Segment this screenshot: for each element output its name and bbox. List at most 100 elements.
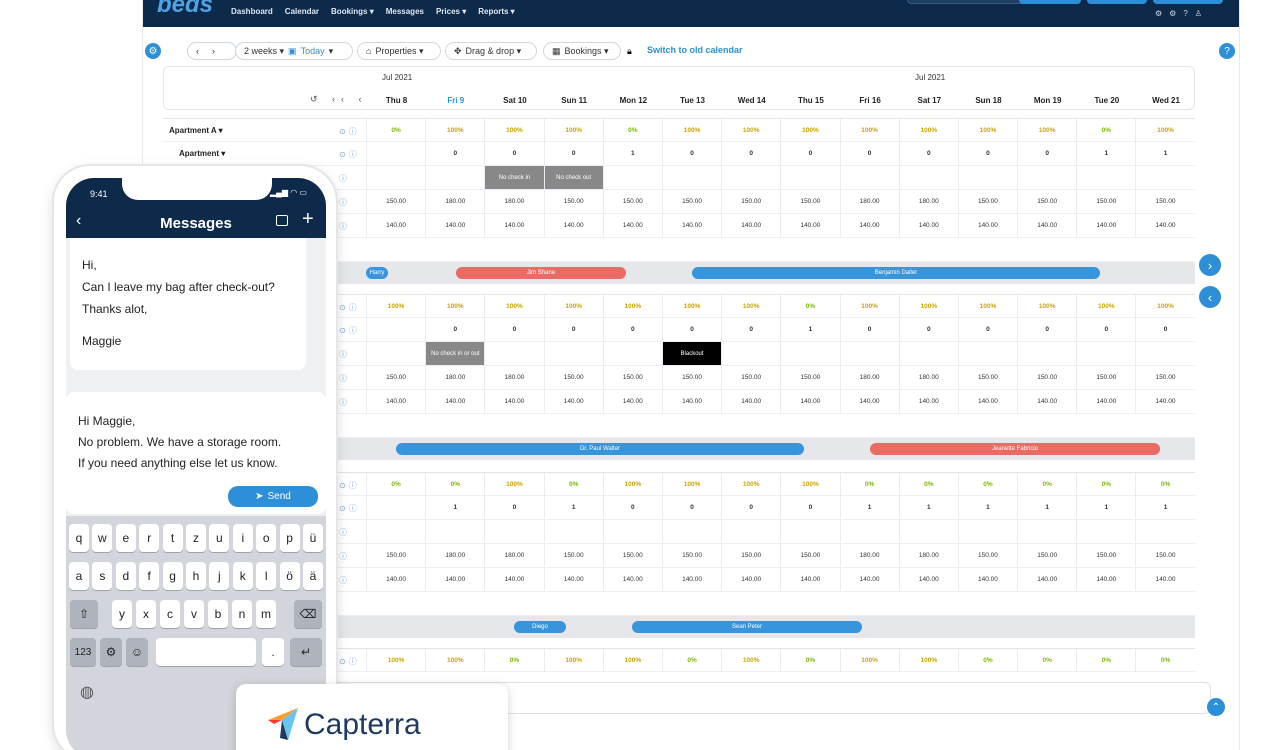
occupancy-cell[interactable]: 0% (780, 295, 839, 318)
price-cell[interactable]: 150.00 (543, 190, 603, 213)
availability-cell[interactable]: 1 (1076, 496, 1135, 519)
restriction-cell[interactable] (366, 520, 425, 543)
restriction-cell[interactable] (1017, 342, 1076, 365)
menu-prices[interactable]: Prices ▾ (436, 7, 466, 16)
key[interactable]: ö (279, 562, 300, 590)
restriction-cell[interactable] (661, 520, 721, 543)
info-icon[interactable]: ⊙ⓘ (339, 503, 360, 514)
occupancy-cell[interactable]: 100% (839, 649, 899, 672)
price-cell[interactable]: 140.00 (1135, 390, 1194, 413)
price-cell[interactable]: 150.00 (661, 544, 721, 567)
drag-drop-dropdown[interactable]: ✥ Drag & drop ▾ (445, 42, 537, 60)
occupancy-cell[interactable]: 100% (1076, 295, 1135, 318)
restriction-cell[interactable] (1135, 166, 1194, 189)
key[interactable]: x (136, 600, 156, 628)
restriction-cell[interactable] (543, 520, 603, 543)
price-cell[interactable]: 150.00 (721, 366, 780, 389)
price-cell[interactable]: 150.00 (602, 366, 662, 389)
price-cell[interactable]: 140.00 (780, 568, 839, 591)
availability-cell[interactable]: 0 (484, 318, 543, 341)
availability-cell[interactable]: 1 (1135, 496, 1194, 519)
price-cell[interactable]: 140.00 (661, 568, 721, 591)
price-cell[interactable]: 150.00 (366, 190, 425, 213)
occupancy-cell[interactable]: 100% (661, 295, 721, 318)
key[interactable]: d (115, 562, 136, 590)
top-action-button-1[interactable] (1019, 0, 1081, 4)
info-icon[interactable]: ⊙ⓘ (339, 656, 360, 667)
price-cell[interactable]: 150.00 (957, 190, 1017, 213)
occupancy-cell[interactable]: 100% (898, 119, 958, 142)
restriction-cell[interactable] (721, 342, 780, 365)
availability-cell[interactable]: 1 (957, 496, 1017, 519)
availability-cell[interactable]: 0 (543, 318, 603, 341)
occupancy-cell[interactable]: 100% (1017, 119, 1076, 142)
key[interactable]: v (184, 600, 204, 628)
price-cell[interactable]: 180.00 (839, 190, 899, 213)
key[interactable]: j (209, 562, 230, 590)
price-cell[interactable]: 150.00 (721, 190, 780, 213)
price-cell[interactable]: 150.00 (780, 366, 839, 389)
availability-cell[interactable]: 0 (1017, 318, 1076, 341)
restriction-cell[interactable] (366, 342, 425, 365)
info-icon[interactable]: ⓘ (339, 373, 350, 384)
price-cell[interactable]: 140.00 (366, 568, 425, 591)
price-cell[interactable]: 140.00 (543, 568, 603, 591)
archive-icon[interactable] (276, 215, 288, 226)
price-cell[interactable]: 140.00 (898, 390, 958, 413)
settings-icon[interactable]: ⚙ (1155, 9, 1162, 18)
menu-dashboard[interactable]: Dashboard (231, 7, 273, 16)
price-cell[interactable]: 140.00 (957, 214, 1017, 237)
occupancy-cell[interactable]: 0% (366, 119, 425, 142)
booking-bar[interactable]: Benjamin Daller (692, 267, 1100, 279)
occupancy-cell[interactable]: 0% (366, 473, 425, 496)
price-cell[interactable]: 150.00 (780, 544, 839, 567)
price-cell[interactable]: 140.00 (661, 214, 721, 237)
occupancy-cell[interactable]: 100% (661, 473, 721, 496)
price-cell[interactable]: 180.00 (839, 544, 899, 567)
price-cell[interactable]: 140.00 (721, 390, 780, 413)
return-key[interactable]: ↵ (290, 638, 322, 666)
availability-cell[interactable]: 0 (484, 142, 543, 165)
restriction-cell[interactable]: No check in (484, 166, 544, 189)
occupancy-cell[interactable]: 0% (1076, 649, 1135, 672)
info-icon[interactable]: ⓘ (339, 575, 350, 586)
price-cell[interactable]: 150.00 (602, 190, 662, 213)
availability-cell[interactable]: 0 (898, 142, 958, 165)
key[interactable]: q (69, 524, 89, 552)
price-cell[interactable]: 140.00 (957, 568, 1017, 591)
reply-composer[interactable]: Hi Maggie, No problem. We have a storage… (66, 392, 326, 514)
space-key[interactable] (156, 638, 256, 666)
occupancy-cell[interactable]: 100% (721, 119, 780, 142)
info-icon[interactable]: ⓘ (339, 551, 350, 562)
info-icon[interactable]: ⊙ⓘ (339, 149, 360, 160)
price-cell[interactable]: 140.00 (484, 214, 543, 237)
restriction-cell[interactable] (780, 520, 839, 543)
price-cell[interactable]: 140.00 (898, 568, 958, 591)
key[interactable]: ä (303, 562, 323, 590)
occupancy-cell[interactable]: 100% (484, 119, 543, 142)
occupancy-cell[interactable]: 0% (898, 473, 958, 496)
price-cell[interactable]: 150.00 (1135, 366, 1194, 389)
price-cell[interactable]: 140.00 (543, 214, 603, 237)
price-cell[interactable]: 140.00 (1017, 390, 1076, 413)
availability-cell[interactable]: 0 (602, 496, 662, 519)
availability-cell[interactable]: 0 (602, 318, 662, 341)
availability-cell[interactable]: 1 (1135, 142, 1194, 165)
restriction-cell[interactable] (721, 520, 780, 543)
availability-cell[interactable]: 0 (957, 142, 1017, 165)
restriction-cell[interactable] (602, 520, 662, 543)
occupancy-cell[interactable]: 100% (425, 649, 484, 672)
occupancy-cell[interactable]: 0% (602, 119, 662, 142)
occupancy-cell[interactable]: 100% (957, 119, 1017, 142)
key[interactable]: k (232, 562, 253, 590)
price-cell[interactable]: 140.00 (957, 390, 1017, 413)
availability-cell[interactable]: 0 (543, 142, 603, 165)
occupancy-cell[interactable]: 100% (780, 119, 839, 142)
top-action-button-2[interactable] (1087, 0, 1147, 4)
occupancy-cell[interactable]: 100% (839, 119, 899, 142)
restriction-cell[interactable] (1076, 342, 1135, 365)
restriction-cell[interactable] (780, 342, 839, 365)
price-cell[interactable]: 140.00 (661, 390, 721, 413)
occupancy-cell[interactable]: 0% (1076, 473, 1135, 496)
key[interactable]: g (162, 562, 183, 590)
